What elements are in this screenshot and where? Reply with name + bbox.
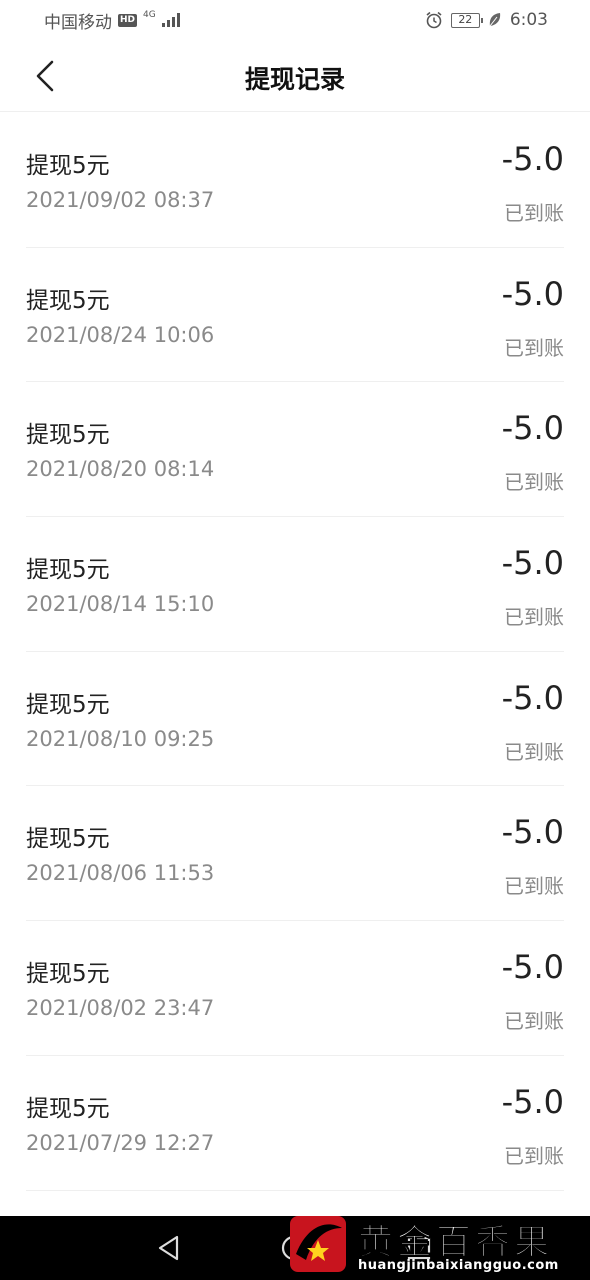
record-title: 提现5元 — [26, 826, 110, 853]
record-amount: -5.0 — [501, 948, 564, 987]
list-item[interactable]: 提现5元 2021/07/29 12:27 -5.0 已到账 — [26, 1056, 564, 1191]
list-item[interactable]: 提现5元 2021/08/06 11:53 -5.0 已到账 — [26, 786, 564, 922]
record-amount: -5.0 — [501, 274, 564, 313]
record-time: 2021/07/29 12:27 — [26, 1130, 215, 1155]
record-status: 已到账 — [504, 1009, 564, 1034]
network-type: 4G — [143, 9, 156, 20]
record-title: 提现5元 — [26, 1095, 110, 1122]
header: 提现记录 — [0, 40, 590, 112]
record-time: 2021/08/06 11:53 — [26, 861, 215, 886]
record-amount: -5.0 — [501, 409, 564, 448]
record-amount: -5.0 — [501, 1082, 564, 1121]
list-item[interactable]: 提现5元 2021/08/20 08:14 -5.0 已到账 — [26, 382, 564, 518]
alarm-icon — [426, 11, 442, 29]
record-status: 已到账 — [504, 201, 564, 225]
signal-icon — [161, 13, 180, 27]
status-bar: 中国移动 HD 4G 22 6:03 — [0, 0, 590, 40]
record-title: 提现5元 — [26, 287, 110, 314]
record-time: 2021/09/02 08:37 — [26, 188, 215, 212]
list-item[interactable]: 提现5元 2021/08/02 23:47 -5.0 已到账 — [26, 921, 564, 1056]
record-amount: -5.0 — [501, 678, 564, 717]
record-amount: -5.0 — [501, 544, 564, 583]
watermark-url: huangjinbaixiangguo.com — [358, 1258, 559, 1273]
record-time: 2021/08/14 15:10 — [26, 592, 215, 617]
page-title: 提现记录 — [244, 65, 345, 94]
nav-back-icon[interactable] — [155, 1234, 183, 1262]
battery-level: 22 — [458, 12, 473, 26]
battery-icon: 22 — [450, 12, 483, 28]
record-time: 2021/08/20 08:14 — [26, 457, 215, 482]
list-item[interactable]: 提现5元 2021/08/10 09:25 -5.0 已到账 — [26, 652, 564, 787]
record-title: 提现5元 — [26, 153, 110, 179]
record-title: 提现5元 — [26, 422, 110, 449]
record-title: 提现5元 — [26, 691, 110, 718]
list-item[interactable]: 提现5元 2021/08/24 10:06 -5.0 已到账 — [26, 248, 564, 383]
record-status: 已到账 — [504, 874, 564, 899]
record-amount: -5.0 — [501, 140, 564, 178]
clock-time: 6:03 — [509, 10, 548, 30]
record-status: 已到账 — [504, 470, 564, 495]
record-status: 已到账 — [504, 335, 564, 360]
brand-logo-icon — [290, 1216, 346, 1272]
withdrawal-record-list: 提现5元 2021/09/02 08:37 -5.0 已到账 提现5元 2021… — [26, 113, 564, 1191]
record-time: 2021/08/02 23:47 — [26, 996, 215, 1021]
list-item[interactable]: 提现5元 2021/08/14 15:10 -5.0 已到账 — [26, 517, 564, 652]
record-time: 2021/08/24 10:06 — [26, 322, 215, 347]
record-status: 已到账 — [504, 605, 564, 630]
list-item[interactable]: 提现5元 2021/09/02 08:37 -5.0 已到账 — [26, 113, 564, 248]
record-status: 已到账 — [504, 1143, 564, 1168]
record-status: 已到账 — [504, 739, 564, 764]
record-title: 提现5元 — [26, 961, 110, 988]
carrier-name: 中国移动 — [44, 12, 112, 33]
record-time: 2021/08/10 09:25 — [26, 726, 215, 751]
hd-badge: HD — [118, 13, 138, 27]
leaf-icon — [489, 13, 500, 27]
watermark: 黄金百香果 huangjinbaixiangguo.com — [288, 1212, 590, 1280]
record-title: 提现5元 — [26, 557, 110, 584]
record-amount: -5.0 — [501, 813, 564, 852]
